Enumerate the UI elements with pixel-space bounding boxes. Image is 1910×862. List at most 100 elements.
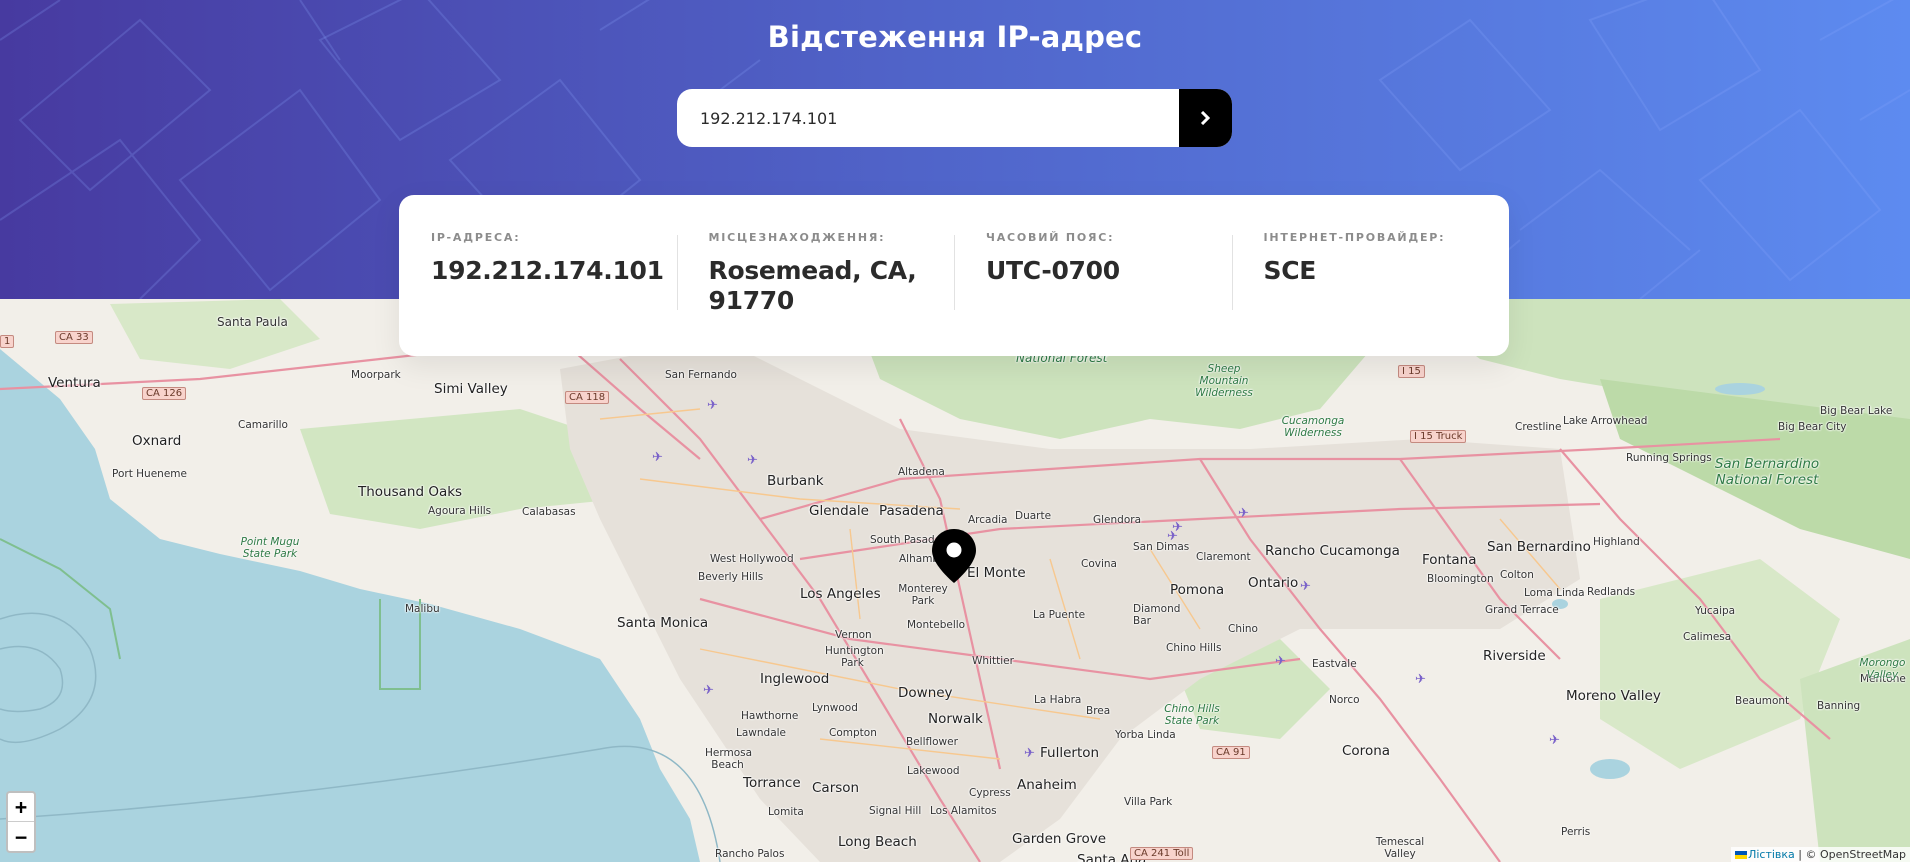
airport-icon: ✈	[707, 398, 718, 413]
map-label: Redlands	[1587, 586, 1636, 598]
zoom-in-button[interactable]: +	[8, 793, 34, 822]
info-ip-address: IP-адреса: 192.212.174.101	[399, 231, 677, 356]
map-label-park: Morongo Valley	[1859, 657, 1906, 681]
map-label: Lakewood	[907, 765, 960, 777]
map-label: Banning	[1817, 700, 1861, 712]
map-label: La Habra	[1034, 694, 1082, 706]
map-label: Colton	[1500, 569, 1534, 581]
highway-shield: CA 126	[142, 387, 187, 400]
map-label: Monterey Park	[898, 583, 948, 607]
search-submit-button[interactable]	[1179, 89, 1232, 147]
map-label: Port Hueneme	[112, 468, 187, 480]
airport-icon: ✈	[1172, 520, 1183, 535]
map-label: Crestline	[1515, 421, 1562, 433]
ukraine-flag-icon	[1735, 851, 1748, 859]
highway-shield: CA 118	[565, 391, 610, 404]
leaflet-link[interactable]: Лістівка	[1748, 848, 1795, 861]
map-label: Simi Valley	[434, 381, 508, 397]
map-label: Signal Hill	[869, 805, 922, 817]
map-label: Oxnard	[132, 433, 182, 449]
map-label: San Fernando	[665, 369, 737, 381]
map-label: Yucaipa	[1695, 605, 1736, 617]
map-label: Los Alamitos	[930, 805, 997, 817]
map-label: Yorba Linda	[1115, 729, 1176, 741]
map-label: Diamond Bar	[1133, 603, 1181, 627]
map-label: Malibu	[405, 603, 440, 615]
map-label: Lake Arrowhead	[1563, 415, 1648, 427]
page-title: Відстеження IP-адрес	[767, 20, 1143, 54]
map-label: Pomona	[1170, 582, 1225, 598]
info-value: SCE	[1263, 256, 1317, 285]
map-label: Ontario	[1248, 575, 1299, 591]
airport-icon: ✈	[1275, 654, 1286, 669]
map-label: Corona	[1342, 743, 1391, 759]
map-label: Norwalk	[928, 711, 983, 727]
map-label: Torrance	[743, 775, 801, 791]
map-label: Grand Terrace	[1485, 604, 1559, 616]
map-label: Eastvale	[1312, 658, 1357, 670]
map-label: Lynwood	[812, 702, 858, 714]
ip-info-card: IP-адреса: 192.212.174.101 Місцезнаходже…	[399, 195, 1509, 356]
map-label: Camarillo	[238, 419, 288, 431]
map-label: Brea	[1086, 705, 1111, 717]
map-label: Rancho Palos	[715, 848, 785, 860]
map-label: San Dimas	[1133, 541, 1190, 553]
highway-shield: CA 33	[55, 331, 93, 344]
map-label: Los Angeles	[800, 586, 881, 602]
map-label: Fontana	[1422, 552, 1477, 568]
map-label: Anaheim	[1017, 777, 1077, 793]
location-marker-icon[interactable]	[931, 528, 977, 584]
map-label: Claremont	[1196, 551, 1251, 563]
map-label: Big Bear Lake	[1820, 405, 1893, 417]
map-label: Villa Park	[1124, 796, 1173, 808]
map-label: Running Springs	[1626, 452, 1712, 464]
map-label: Chino	[1228, 623, 1258, 635]
map-label: Compton	[829, 727, 877, 739]
highway-shield: I 15	[1398, 365, 1425, 378]
map-label: Riverside	[1483, 648, 1546, 664]
map-label: Pasadena	[879, 503, 944, 519]
map-label: Vernon	[835, 629, 872, 641]
map-label: Beaumont	[1735, 695, 1790, 707]
map-label-park: Chino Hills State Park	[1164, 703, 1220, 727]
map-label: Lawndale	[736, 727, 787, 739]
map-label: Thousand Oaks	[358, 484, 463, 500]
map-label: Loma Linda	[1524, 587, 1585, 599]
map-label: Santa Monica	[617, 615, 709, 631]
map-label: Beverly Hills	[698, 571, 764, 583]
highway-shield: 1	[0, 335, 15, 348]
zoom-out-button[interactable]: −	[8, 822, 34, 851]
highway-shield: I 15 Truck	[1410, 430, 1467, 443]
map-label: Perris	[1561, 826, 1591, 838]
map-label: Glendora	[1093, 514, 1142, 526]
map-label: Cypress	[969, 787, 1011, 799]
airport-icon: ✈	[703, 683, 714, 698]
info-isp: Інтернет-провайдер: SCE	[1231, 231, 1510, 356]
map-label: Lomita	[768, 806, 804, 818]
info-location: Місцезнаходження: Rosemead, CA, 91770	[676, 231, 955, 356]
map-label: Inglewood	[760, 671, 830, 687]
info-value: 192.212.174.101	[431, 256, 664, 285]
ip-search-input[interactable]	[677, 89, 1179, 147]
map-label: Ventura	[48, 375, 101, 391]
info-value: UTC-0700	[986, 256, 1120, 285]
map-label: Chino Hills	[1166, 642, 1222, 654]
map-label: Agoura Hills	[428, 505, 492, 517]
info-label: Інтернет-провайдер:	[1263, 231, 1446, 244]
airport-icon: ✈	[652, 450, 663, 465]
map-label: Long Beach	[838, 834, 917, 850]
map-label: Bloomington	[1427, 573, 1494, 585]
airport-icon: ✈	[1300, 579, 1311, 594]
map-label: Huntington Park	[825, 645, 884, 669]
zoom-control: + −	[6, 791, 36, 853]
map-attribution: Лістівка | © OpenStreetMap	[1731, 847, 1910, 862]
map-label: Rancho Cucamonga	[1265, 543, 1400, 559]
map-label: Santa Paula	[217, 315, 288, 329]
map-label: Garden Grove	[1012, 831, 1107, 847]
airport-icon: ✈	[747, 453, 758, 468]
info-value: Rosemead, CA, 91770	[708, 256, 917, 315]
map-label: Big Bear City	[1778, 421, 1847, 433]
map-label: Altadena	[898, 466, 945, 478]
map-label: Moreno Valley	[1566, 688, 1661, 704]
info-timezone: Часовий пояс: UTC-0700	[954, 231, 1232, 356]
